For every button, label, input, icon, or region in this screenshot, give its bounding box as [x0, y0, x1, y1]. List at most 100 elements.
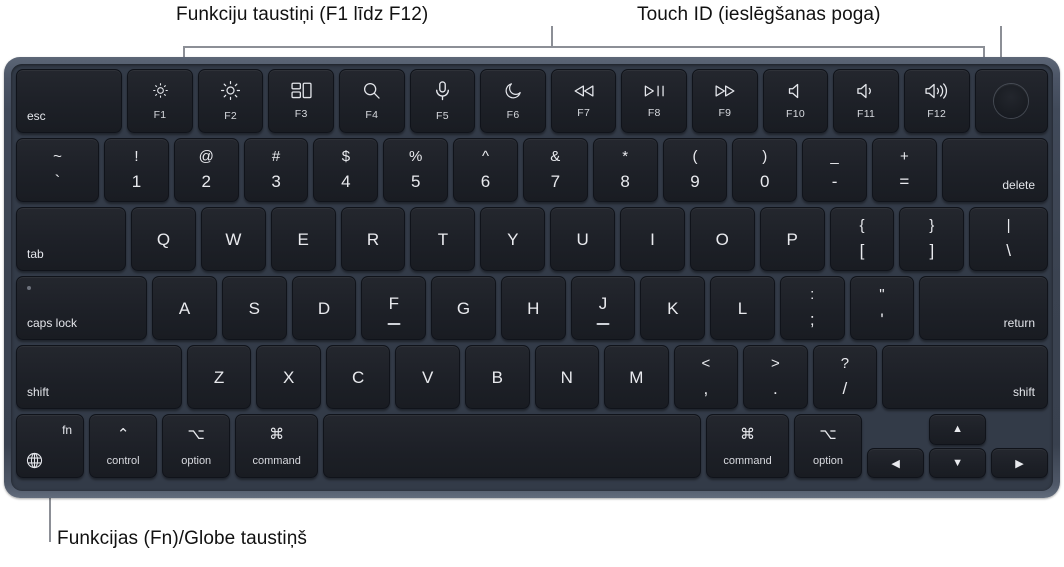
key-z[interactable]: Z — [186, 345, 252, 409]
key-option-right-label: option — [813, 455, 844, 467]
key-minus[interactable]: _ - — [802, 138, 867, 202]
key-6[interactable]: ^ 6 — [453, 138, 518, 202]
key-a[interactable]: A — [152, 276, 217, 340]
key-h[interactable]: H — [500, 276, 566, 340]
key-c[interactable]: C — [325, 345, 391, 409]
key-f11[interactable]: F11 — [833, 69, 899, 133]
key-b-glyph: B — [491, 367, 503, 387]
key-fn-globe[interactable]: fn — [16, 414, 85, 478]
key-1-glyph: 1 — [131, 172, 142, 191]
key-n-glyph: N — [560, 367, 573, 387]
key-command-right[interactable]: ⌘ command — [706, 414, 789, 478]
key-n[interactable]: N — [534, 345, 600, 409]
brightness-down-icon — [151, 81, 170, 100]
key-p[interactable]: P — [759, 207, 825, 271]
key-arrow-down[interactable]: ▼ — [929, 447, 987, 478]
key-b[interactable]: B — [464, 345, 530, 409]
key-bracket-left[interactable]: { [ — [829, 207, 895, 271]
key-g[interactable]: G — [431, 276, 496, 340]
key-0[interactable]: ) 0 — [732, 138, 798, 202]
key-5[interactable]: % 5 — [383, 138, 449, 202]
key-2[interactable]: @ 2 — [173, 138, 239, 202]
key-m[interactable]: M — [604, 345, 669, 409]
key-f6[interactable]: F6 — [480, 69, 546, 133]
key-shift-right[interactable]: shift — [882, 345, 1048, 409]
key-1[interactable]: ! 1 — [104, 138, 169, 202]
key-o[interactable]: O — [689, 207, 755, 271]
key-quote-glyph: ' — [880, 310, 884, 329]
key-f7[interactable]: F7 — [550, 69, 617, 133]
key-w[interactable]: W — [200, 207, 266, 271]
key-f9[interactable]: F9 — [692, 69, 758, 133]
key-q[interactable]: Q — [131, 207, 196, 271]
key-r-glyph: R — [366, 229, 380, 249]
key-caps-lock[interactable]: caps lock — [16, 276, 148, 340]
key-t[interactable]: T — [410, 207, 476, 271]
key-f3[interactable]: F3 — [268, 69, 335, 133]
key-x[interactable]: X — [256, 345, 321, 409]
key-4[interactable]: $ 4 — [313, 138, 379, 202]
key-quote[interactable]: " ' — [849, 276, 915, 340]
key-space[interactable] — [323, 414, 702, 478]
key-l[interactable]: L — [710, 276, 775, 340]
key-f10[interactable]: F10 — [762, 69, 829, 133]
key-9[interactable]: ( 9 — [662, 138, 728, 202]
key-slash[interactable]: ? / — [812, 345, 878, 409]
key-grave[interactable]: ~ ` — [16, 138, 100, 202]
key-g-glyph: G — [456, 298, 471, 318]
key-comma-glyph: , — [703, 379, 709, 398]
key-control[interactable]: ⌃ control — [89, 414, 158, 478]
key-f8[interactable]: F8 — [621, 69, 688, 133]
key-option-left[interactable]: ⌥ option — [162, 414, 231, 478]
key-esc[interactable]: esc — [16, 69, 123, 133]
key-command-left[interactable]: ⌘ command — [235, 414, 319, 478]
key-i[interactable]: I — [620, 207, 685, 271]
key-f1[interactable]: F1 — [127, 69, 193, 133]
key-w-glyph: W — [225, 229, 242, 249]
key-backslash[interactable]: | \ — [969, 207, 1048, 271]
key-f12[interactable]: F12 — [903, 69, 970, 133]
key-f[interactable]: F — [361, 276, 427, 340]
key-r[interactable]: R — [340, 207, 406, 271]
key-touch-id-power-button[interactable] — [974, 69, 1048, 133]
key-bracket-right[interactable]: } ] — [899, 207, 965, 271]
key-f2[interactable]: F2 — [197, 69, 264, 133]
key-delete[interactable]: delete — [941, 138, 1049, 202]
key-7[interactable]: & 7 — [522, 138, 588, 202]
key-f5[interactable]: F5 — [409, 69, 476, 133]
key-option-right[interactable]: ⌥ option — [794, 414, 863, 478]
key-8[interactable]: * 8 — [592, 138, 658, 202]
key-fn-label: fn — [62, 423, 73, 437]
key-arrow-up[interactable]: ▲ — [929, 414, 987, 445]
key-j[interactable]: J — [570, 276, 636, 340]
key-v[interactable]: V — [395, 345, 460, 409]
key-arrow-right[interactable]: ▶ — [991, 448, 1048, 478]
key-7-glyph: 7 — [550, 172, 561, 191]
key-period[interactable]: > . — [743, 345, 808, 409]
key-shift-left[interactable]: shift — [16, 345, 182, 409]
key-6-shift-glyph: ^ — [481, 148, 490, 165]
key-period-shift-glyph: > — [770, 355, 780, 372]
key-return[interactable]: return — [919, 276, 1049, 340]
key-option-left-label: option — [181, 455, 212, 467]
key-arrow-left[interactable]: ◀ — [867, 448, 925, 478]
command-symbol-icon: ⌘ — [740, 426, 756, 443]
arrow-up-down-stack: ▲ ▼ — [929, 414, 987, 478]
key-e[interactable]: E — [270, 207, 336, 271]
key-f3-label: F3 — [294, 108, 308, 120]
key-equal[interactable]: + = — [871, 138, 937, 202]
key-7-shift-glyph: & — [550, 148, 561, 165]
key-f4[interactable]: F4 — [339, 69, 405, 133]
key-tab[interactable]: tab — [16, 207, 127, 271]
key-s[interactable]: S — [221, 276, 287, 340]
key-d[interactable]: D — [291, 276, 357, 340]
key-8-glyph: 8 — [620, 172, 630, 191]
key-y[interactable]: Y — [480, 207, 546, 271]
key-3[interactable]: # 3 — [243, 138, 309, 202]
key-u[interactable]: U — [550, 207, 616, 271]
modifier-key-row: fn ⌃ control ⌥ option ⌘ command ⌘ comman… — [16, 414, 1048, 478]
key-comma[interactable]: < , — [673, 345, 739, 409]
key-semicolon[interactable]: : ; — [779, 276, 845, 340]
key-return-label: return — [1003, 316, 1036, 330]
key-k[interactable]: K — [640, 276, 706, 340]
